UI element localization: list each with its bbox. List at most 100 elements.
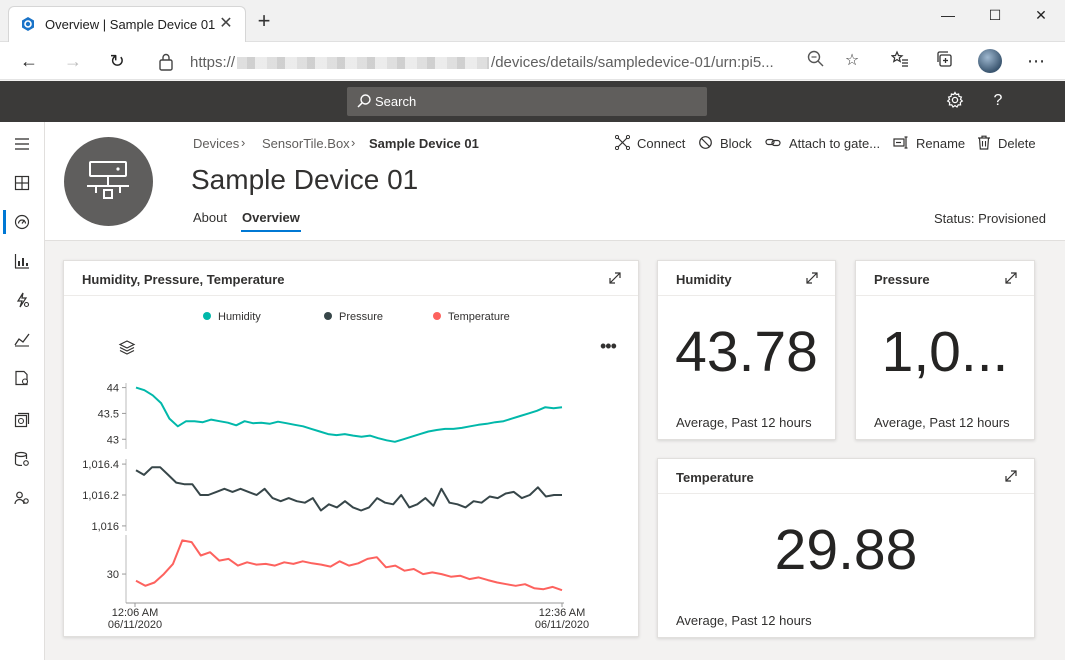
humidity-tile: Humidity 43.78 Average, Past 12 hours	[657, 260, 836, 440]
pressure-value: 1,0...	[881, 320, 1009, 384]
device-status: Status: Provisioned	[933, 211, 1046, 226]
maximize-icon[interactable]: ☐	[971, 0, 1019, 32]
lock-icon	[159, 53, 173, 71]
y-tick-label: 43.5	[98, 408, 119, 420]
window-close-icon[interactable]: ✕	[1017, 0, 1065, 32]
tile-title: Humidity	[676, 272, 732, 287]
nav-data-export-icon[interactable]	[0, 439, 45, 479]
nav-dashboard-icon[interactable]	[0, 163, 45, 203]
new-tab-icon[interactable]: +	[254, 10, 274, 32]
left-nav-rail	[0, 122, 45, 660]
address-bar: ← → ↻ https:// /devices/details/sampledev…	[0, 42, 1065, 80]
iot-central-favicon-icon	[22, 17, 34, 31]
tab-about[interactable]: About	[193, 210, 227, 225]
zoom-icon[interactable]	[805, 50, 827, 72]
block-button[interactable]: Block	[698, 134, 756, 154]
help-icon[interactable]: ?	[988, 91, 1008, 111]
nav-analytics-icon[interactable]	[0, 319, 45, 359]
breadcrumb-chevron-icon: ›	[241, 135, 246, 150]
page-title: Sample Device 01	[191, 164, 419, 195]
nav-device-groups-icon[interactable]	[0, 241, 45, 281]
device-header: Devices › SensorTile.Box › Sample Device…	[45, 122, 1065, 241]
tile-header: Pressure	[856, 261, 1034, 296]
nav-device-templates-icon[interactable]	[0, 400, 45, 440]
delete-label: Delete	[998, 136, 1036, 151]
connect-label: Connect	[637, 136, 686, 151]
tab-overview[interactable]: Overview	[241, 210, 301, 232]
forward-icon[interactable]: →	[60, 48, 86, 74]
breadcrumb-chevron-icon: ›	[351, 135, 356, 150]
hamburger-menu-icon[interactable]	[0, 124, 45, 164]
rename-button[interactable]: Rename	[893, 134, 965, 154]
trash-icon	[978, 135, 990, 150]
nav-administration-icon[interactable]	[0, 478, 45, 518]
nav-rules-icon[interactable]	[0, 280, 45, 320]
breadcrumb-current: Sample Device 01	[369, 136, 479, 151]
y-tick-label: 1,016	[91, 521, 119, 533]
pressure-subtitle: Average, Past 12 hours	[874, 415, 1010, 430]
expand-icon[interactable]	[1004, 469, 1018, 483]
breadcrumb-template[interactable]: SensorTile.Box	[262, 136, 350, 151]
temperature-value: 29.88	[774, 518, 918, 582]
browser-tab[interactable]: Overview | Sample Device 01, str ✕	[8, 6, 246, 42]
device-network-icon	[87, 161, 129, 199]
url-field[interactable]: https:// /devices/details/sampledevice-01…	[144, 46, 872, 76]
x-tick-date-label: 06/11/2020	[108, 619, 162, 631]
refresh-icon[interactable]: ↻	[104, 48, 130, 74]
tile-header: Temperature	[658, 459, 1034, 494]
browser-tab-bar: Overview | Sample Device 01, str ✕ + — ☐…	[0, 0, 1065, 42]
settings-gear-icon[interactable]	[945, 91, 965, 111]
url-redacted	[237, 57, 490, 70]
temperature-subtitle: Average, Past 12 hours	[676, 613, 812, 628]
humidity-value: 43.78	[675, 320, 818, 384]
pressure-tile: Pressure 1,0... Average, Past 12 hours	[855, 260, 1035, 440]
link-icon	[765, 138, 781, 147]
connect-button[interactable]: Connect	[615, 134, 685, 154]
expand-icon[interactable]	[1004, 271, 1018, 285]
app-header: Search ?	[0, 81, 1065, 122]
attach-label: Attach to gate...	[789, 136, 881, 151]
block-icon	[699, 136, 712, 149]
favorites-list-icon[interactable]	[889, 50, 911, 72]
search-icon	[357, 94, 371, 108]
tile-header: Humidity	[658, 261, 835, 296]
url-text: https:// /devices/details/sampledevice-01…	[190, 54, 774, 71]
url-path: /devices/details/sampledevice-01/urn:pi5…	[491, 54, 774, 71]
block-label: Block	[720, 136, 752, 151]
device-avatar	[64, 137, 153, 226]
y-tick-label: 1,016.2	[82, 490, 119, 502]
series-line-pressure	[135, 466, 562, 512]
connect-icon	[615, 135, 630, 150]
x-tick-time-label: 12:06 AM	[112, 607, 158, 619]
url-prefix: https://	[190, 54, 236, 71]
minimize-icon[interactable]: —	[924, 0, 972, 32]
x-tick-date-label: 06/11/2020	[535, 619, 589, 631]
tile-title: Temperature	[676, 470, 754, 485]
attach-to-gateway-button[interactable]: Attach to gate...	[765, 134, 883, 154]
y-tick-label: 43	[107, 434, 119, 446]
line-chart-tile: Humidity, Pressure, Temperature Humidity…	[63, 260, 639, 637]
breadcrumb-devices[interactable]: Devices	[193, 136, 239, 151]
tile-title: Pressure	[874, 272, 930, 287]
y-tick-label: 30	[107, 569, 119, 581]
y-tick-label: 1,016.4	[82, 459, 119, 471]
series-line-temperature	[135, 539, 563, 592]
more-menu-icon[interactable]: ⋯	[1025, 50, 1047, 72]
close-tab-icon[interactable]: ✕	[217, 15, 235, 33]
expand-icon[interactable]	[805, 271, 819, 285]
collections-icon[interactable]	[933, 50, 955, 72]
profile-avatar[interactable]	[978, 49, 1002, 73]
nav-jobs-icon[interactable]	[0, 358, 45, 398]
favorite-star-icon[interactable]: ☆	[841, 50, 863, 72]
nav-devices-icon[interactable]	[0, 202, 45, 242]
search-input[interactable]: Search	[347, 87, 707, 116]
humidity-subtitle: Average, Past 12 hours	[676, 415, 812, 430]
y-tick-label: 44	[107, 383, 119, 395]
back-icon[interactable]: ←	[16, 48, 42, 74]
rename-icon	[893, 136, 908, 149]
rename-label: Rename	[916, 136, 966, 151]
x-tick-time-label: 12:36 AM	[539, 607, 585, 619]
delete-button[interactable]: Delete	[977, 134, 1039, 154]
series-line-humidity	[135, 386, 563, 443]
search-placeholder: Search	[375, 94, 417, 109]
